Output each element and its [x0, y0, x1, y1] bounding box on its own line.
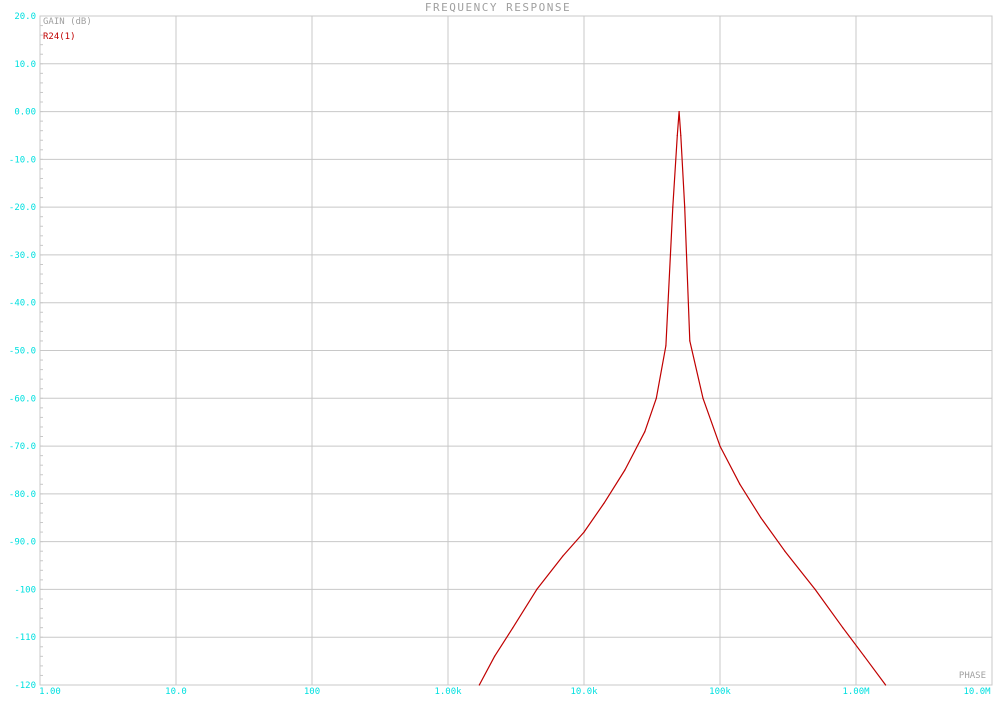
- frequency-response-chart: 20.0 10.0 0.00 -10.0 -20.0 -30.0 -40.0 -50.0 -60…: [0, 0, 1001, 701]
- series-point: [676, 134, 678, 137]
- series-point: [684, 206, 686, 208]
- x-tick-label: 100k: [709, 687, 731, 697]
- x-tick-label: 10.0: [165, 687, 187, 697]
- series-point: [665, 345, 667, 347]
- x-tick-label: 10.0k: [570, 687, 598, 697]
- series-point: [702, 397, 704, 399]
- series-legend-label: R24(1): [43, 32, 76, 42]
- series-point: [562, 555, 564, 557]
- series-point: [672, 206, 674, 208]
- y-tick-label: -50.0: [9, 347, 36, 357]
- series-point: [814, 588, 816, 591]
- series-point: [478, 684, 480, 686]
- series-point: [739, 483, 741, 485]
- series-point: [644, 431, 646, 433]
- x-tick-label: 10.0M: [963, 687, 991, 697]
- series-point: [760, 517, 762, 519]
- y-tick-label: -20.0: [9, 203, 36, 213]
- series-point: [536, 588, 538, 591]
- series-point: [583, 531, 585, 533]
- y-tick-label: -120: [14, 681, 36, 691]
- y-tick-label: -80.0: [9, 490, 36, 500]
- series-point: [494, 655, 496, 657]
- phase-label: PHASE: [959, 671, 986, 681]
- series-point: [624, 469, 626, 471]
- series-point: [885, 684, 887, 686]
- chart-title: FREQUENCY RESPONSE: [425, 1, 571, 14]
- y-tick-label: -110: [14, 633, 36, 643]
- series-point: [512, 627, 514, 629]
- series-point: [784, 550, 786, 552]
- series-point: [719, 445, 721, 447]
- series-point: [678, 111, 680, 113]
- y-tick-label: -30.0: [9, 251, 36, 261]
- y-tick-label: 10.0: [14, 60, 36, 70]
- y-tick-label: -90.0: [9, 538, 36, 548]
- x-tick-label: 100: [304, 687, 320, 697]
- series-point: [842, 627, 844, 629]
- series-point: [863, 655, 865, 657]
- y-tick-label: -100: [14, 585, 36, 595]
- y-tick-label: -60.0: [9, 394, 36, 404]
- y-tick-label: -70.0: [9, 442, 36, 452]
- y-axis-title: GAIN (dB): [43, 17, 92, 27]
- y-tick-label: 0.00: [14, 108, 36, 118]
- series-point: [603, 502, 605, 504]
- y-tick-label: -40.0: [9, 299, 36, 309]
- series-point: [655, 397, 657, 399]
- series-point: [680, 134, 682, 137]
- y-tick-label: 20.0: [14, 12, 36, 22]
- x-tick-label: 1.00M: [842, 687, 870, 697]
- series-point: [689, 340, 691, 342]
- x-tick-label: 1.00k: [434, 687, 462, 697]
- y-tick-label: -10.0: [9, 155, 36, 165]
- x-tick-label: 1.00: [39, 687, 61, 697]
